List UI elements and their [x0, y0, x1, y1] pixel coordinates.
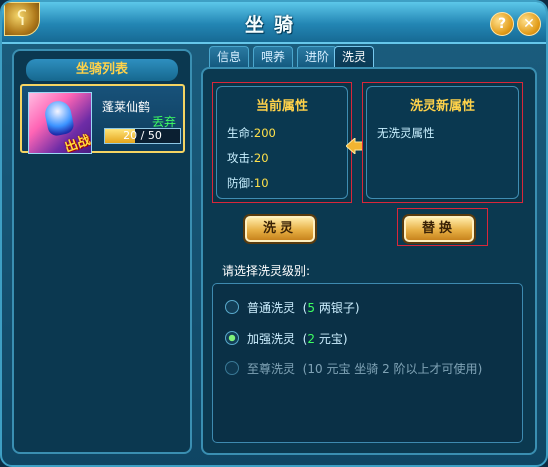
window-title: 坐骑 [244, 14, 303, 36]
option-normal-unit: 两银子 [318, 301, 355, 315]
current-attributes-box: 当前属性 生命:200 攻击:20 防御:10 [212, 82, 352, 203]
stat-attack-value: 20 [253, 151, 269, 165]
exp-text: 20 / 50 [123, 129, 162, 142]
stat-defense-label: 防御: [227, 176, 254, 190]
mount-list-header: 坐骑列表 [26, 59, 178, 81]
no-attributes-text: 无洗灵属性 [377, 126, 435, 140]
exp-bar: 20 / 50 [104, 128, 181, 144]
new-attributes-box: 洗灵新属性 无洗灵属性 [362, 82, 523, 203]
new-attributes-title: 洗灵新属性 [409, 99, 475, 114]
radio-normal-wash[interactable] [225, 300, 239, 314]
stat-attack-label: 攻击: [227, 151, 254, 165]
option-normal-close: ) [354, 301, 360, 315]
stat-hp-label: 生命: [227, 126, 254, 140]
replace-button[interactable]: 替换 [404, 216, 474, 242]
mount-list-panel: 坐骑列表 出战 蓬莱仙鹤 丢弃 20 / 50 [12, 49, 192, 454]
new-attributes-inner: 洗灵新属性 无洗灵属性 [366, 86, 519, 199]
stat-attack: 攻击:20 [227, 150, 269, 166]
title-bar: ʕ 坐骑 ? ✕ [2, 2, 546, 44]
stat-hp: 生命:200 [227, 125, 276, 141]
current-attributes-inner: 当前属性 生命:200 攻击:20 防御:10 [216, 86, 348, 199]
radio-enhanced-wash[interactable] [225, 331, 239, 345]
mount-name: 蓬莱仙鹤 [102, 100, 151, 114]
option-enhanced-name: 加强洗灵 [247, 332, 296, 346]
wash-level-options: 普通洗灵 (5 两银子) 加强洗灵 (2 元宝) 至尊洗灵 (10 元宝 坐骑 … [212, 283, 523, 443]
tab-feed[interactable]: 喂养 [253, 46, 293, 67]
option-enhanced-close: ) [342, 332, 348, 346]
tab-advance[interactable]: 进阶 [297, 46, 337, 67]
option-supreme-name: 至尊洗灵 [247, 362, 296, 376]
option-supreme-close: ) [477, 362, 483, 376]
option-supreme-requirement: 坐骑 2 阶以上才可使用 [354, 362, 478, 376]
help-button[interactable]: ? [490, 12, 514, 36]
option-supreme-cost: 10 [307, 362, 323, 376]
option-normal-cost: 5 [307, 301, 315, 315]
crane-icon [42, 98, 76, 138]
option-enhanced-unit: 元宝 [318, 332, 343, 346]
stat-defense-value: 10 [253, 176, 269, 190]
tab-info[interactable]: 信息 [209, 46, 249, 67]
level-prompt: 请选择洗灵级别: [222, 264, 311, 278]
close-button[interactable]: ✕ [517, 12, 541, 36]
mount-avatar: 出战 [28, 92, 92, 154]
option-normal-name: 普通洗灵 [247, 301, 296, 315]
radio-supreme-wash[interactable] [225, 361, 239, 375]
tab-wash-spirit[interactable]: 洗灵 [334, 46, 374, 67]
option-supreme-unit: 元宝 [326, 362, 351, 376]
stat-hp-value: 200 [253, 126, 276, 140]
current-attributes-title: 当前属性 [255, 99, 308, 114]
mount-list-item[interactable]: 出战 蓬莱仙鹤 丢弃 20 / 50 [20, 84, 185, 154]
wash-spirit-button[interactable]: 洗灵 [245, 216, 315, 242]
stat-defense: 防御:10 [227, 175, 269, 191]
option-enhanced-cost: 2 [307, 332, 315, 346]
